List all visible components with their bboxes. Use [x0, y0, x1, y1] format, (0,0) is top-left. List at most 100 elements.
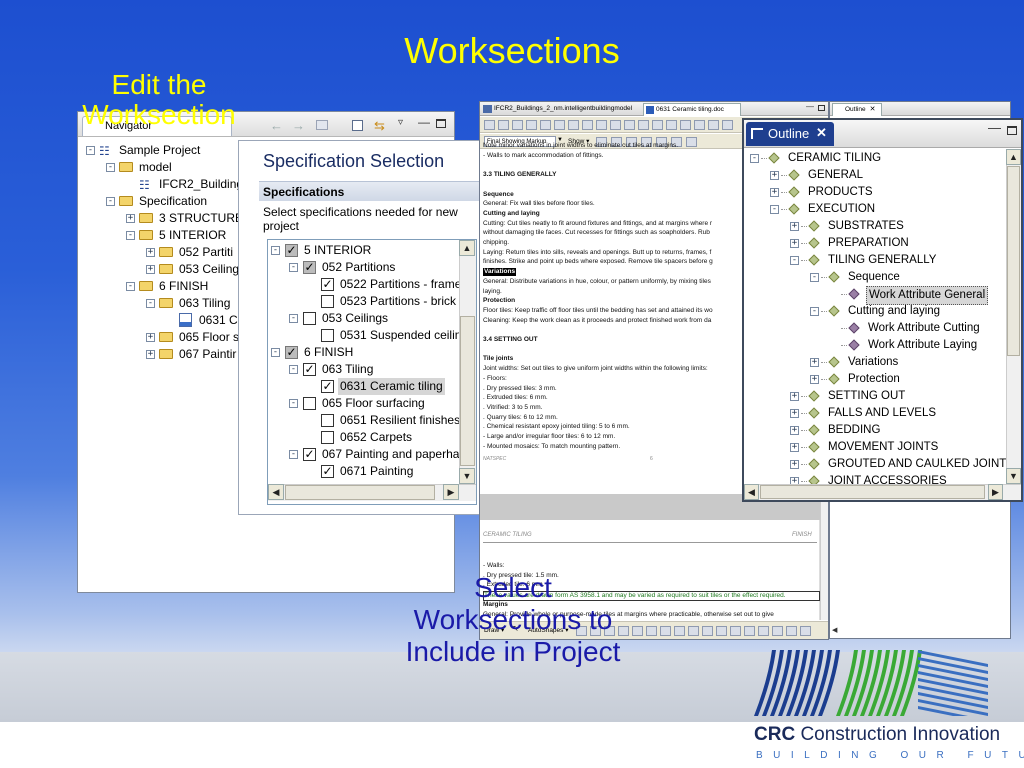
- scroll-up-button[interactable]: ▲: [459, 240, 475, 256]
- scroll-left-button[interactable]: ◀: [268, 484, 284, 500]
- toolbar-button-icon[interactable]: [722, 120, 733, 130]
- expand-toggle-icon[interactable]: -: [126, 282, 135, 291]
- outline-tree-item[interactable]: + SETTING OUT: [744, 388, 1006, 405]
- maximize-icon[interactable]: [436, 119, 446, 128]
- expand-toggle-icon[interactable]: -: [289, 450, 298, 459]
- toolbar-button-icon[interactable]: [498, 120, 509, 130]
- drawing-button-icon[interactable]: [660, 626, 671, 636]
- outline-tree-item[interactable]: Work Attribute Laying: [744, 337, 1006, 354]
- expand-toggle-icon[interactable]: -: [126, 231, 135, 240]
- spec-tree-item[interactable]: 0651 Resilient finishes: [267, 412, 459, 429]
- scroll-thumb[interactable]: [460, 316, 475, 466]
- toolbar-button-icon[interactable]: [652, 120, 663, 130]
- outline-tree-item[interactable]: Work Attribute Cutting: [744, 320, 1006, 337]
- outline-hscroll-thumb[interactable]: [760, 485, 985, 499]
- outline-minimize-icon[interactable]: —: [988, 120, 1001, 135]
- outline-tree-item[interactable]: + PRODUCTS: [744, 184, 1006, 201]
- spec-tree-item[interactable]: ✓ 0671 Painting: [267, 463, 459, 480]
- outline-scroll-thumb[interactable]: [1007, 166, 1020, 356]
- spec-tree-item[interactable]: ✓ 0631 Ceramic tiling: [267, 378, 459, 395]
- expand-toggle-icon[interactable]: +: [146, 350, 155, 359]
- expand-toggle-icon[interactable]: +: [770, 188, 779, 197]
- link-editor-icon[interactable]: ⇆: [374, 118, 385, 134]
- expand-toggle-icon[interactable]: +: [790, 409, 799, 418]
- expand-toggle-icon[interactable]: +: [790, 426, 799, 435]
- spec-checkbox[interactable]: ✓: [303, 363, 316, 376]
- toolbar-button-icon[interactable]: [512, 120, 523, 130]
- collapse-all-icon[interactable]: [352, 120, 363, 131]
- drawing-button-icon[interactable]: [716, 626, 727, 636]
- expand-toggle-icon[interactable]: -: [106, 163, 115, 172]
- close-icon[interactable]: ✕: [870, 106, 876, 113]
- spec-tree-item[interactable]: - ✓ 063 Tiling: [267, 361, 459, 378]
- scroll-down-button[interactable]: ▼: [459, 468, 475, 484]
- spec-tree-item[interactable]: 0523 Partitions - brick a: [267, 293, 459, 310]
- expand-toggle-icon[interactable]: -: [271, 348, 280, 357]
- toolbar-button-icon[interactable]: [708, 120, 719, 130]
- drawing-button-icon[interactable]: [786, 626, 797, 636]
- outline-tree-item[interactable]: - TILING GENERALLY: [744, 252, 1006, 269]
- outline-tree-item[interactable]: - Sequence: [744, 269, 1006, 286]
- spec-checkbox[interactable]: [321, 431, 334, 444]
- outline-tree-item[interactable]: - CERAMIC TILING: [744, 150, 1006, 167]
- spec-checkbox[interactable]: [321, 295, 334, 308]
- editor-maximize-icon[interactable]: [818, 105, 825, 111]
- expand-toggle-icon[interactable]: -: [810, 307, 819, 316]
- expand-toggle-icon[interactable]: +: [810, 375, 819, 384]
- outline-tree-item[interactable]: + PREPARATION: [744, 235, 1006, 252]
- toolbar-button-icon[interactable]: [596, 120, 607, 130]
- toolbar-button-icon[interactable]: [624, 120, 635, 130]
- drawing-button-icon[interactable]: [674, 626, 685, 636]
- outline-tree-item[interactable]: + Protection: [744, 371, 1006, 388]
- outline-back-scroll-left[interactable]: ◀: [832, 626, 842, 638]
- toolbar-button-icon[interactable]: [610, 120, 621, 130]
- expand-toggle-icon[interactable]: +: [790, 477, 799, 484]
- spec-checkbox[interactable]: ✓: [303, 261, 316, 274]
- outline-tree-item[interactable]: + FALLS AND LEVELS: [744, 405, 1006, 422]
- spec-tree-item[interactable]: - 065 Floor surfacing: [267, 395, 459, 412]
- scroll-right-button[interactable]: ▶: [443, 484, 459, 500]
- expand-toggle-icon[interactable]: -: [289, 399, 298, 408]
- expand-toggle-icon[interactable]: +: [790, 392, 799, 401]
- spec-tree-item[interactable]: - ✓ 5 INTERIOR: [267, 242, 459, 259]
- outline-tree-item[interactable]: + JOINT ACCESSORIES: [744, 473, 1006, 484]
- outline-scroll-left[interactable]: ◀: [744, 484, 759, 500]
- back-arrow-icon[interactable]: ←: [270, 118, 283, 133]
- expand-toggle-icon[interactable]: +: [146, 265, 155, 274]
- spec-checkbox[interactable]: [303, 312, 316, 325]
- up-folder-icon[interactable]: [316, 120, 328, 130]
- toolbar-button-icon[interactable]: [554, 120, 565, 130]
- spec-tree-item[interactable]: - ✓ 067 Painting and paperhar: [267, 446, 459, 463]
- expand-toggle-icon[interactable]: +: [146, 333, 155, 342]
- outline-tree-item[interactable]: - Cutting and laying: [744, 303, 1006, 320]
- outline-close-icon[interactable]: ✕: [816, 125, 827, 141]
- expand-toggle-icon[interactable]: +: [790, 222, 799, 231]
- expand-toggle-icon[interactable]: +: [770, 171, 779, 180]
- expand-toggle-icon[interactable]: -: [271, 246, 280, 255]
- minimize-icon[interactable]: —: [418, 115, 430, 129]
- forward-arrow-icon[interactable]: →: [292, 118, 305, 133]
- spec-checkbox[interactable]: ✓: [285, 346, 298, 359]
- expand-toggle-icon[interactable]: -: [810, 273, 819, 282]
- expand-toggle-icon[interactable]: -: [790, 256, 799, 265]
- spec-checkbox[interactable]: ✓: [303, 448, 316, 461]
- expand-toggle-icon[interactable]: -: [289, 365, 298, 374]
- expand-toggle-icon[interactable]: +: [126, 214, 135, 223]
- expand-toggle-icon[interactable]: -: [86, 146, 95, 155]
- toolbar-button-icon[interactable]: [540, 120, 551, 130]
- expand-toggle-icon[interactable]: -: [750, 154, 759, 163]
- outline-maximize-icon[interactable]: [1007, 126, 1017, 135]
- outline-scroll-right[interactable]: ▶: [988, 484, 1003, 500]
- outline-tree-item[interactable]: - EXECUTION: [744, 201, 1006, 218]
- spec-tree-item[interactable]: 0531 Suspended ceiling: [267, 327, 459, 344]
- expand-toggle-icon[interactable]: +: [810, 358, 819, 367]
- drawing-button-icon[interactable]: [744, 626, 755, 636]
- expand-toggle-icon[interactable]: +: [146, 248, 155, 257]
- editor-tab-model[interactable]: IFCR2_Buildings_2_nm.intelligentbuilding…: [481, 103, 643, 116]
- view-menu-icon[interactable]: ▿: [398, 117, 403, 128]
- expand-toggle-icon[interactable]: -: [289, 263, 298, 272]
- spec-tree-item[interactable]: - ✓ 052 Partitions: [267, 259, 459, 276]
- outline-tree-item[interactable]: + BEDDING: [744, 422, 1006, 439]
- toolbar-button-icon[interactable]: [694, 120, 705, 130]
- expand-toggle-icon[interactable]: -: [289, 314, 298, 323]
